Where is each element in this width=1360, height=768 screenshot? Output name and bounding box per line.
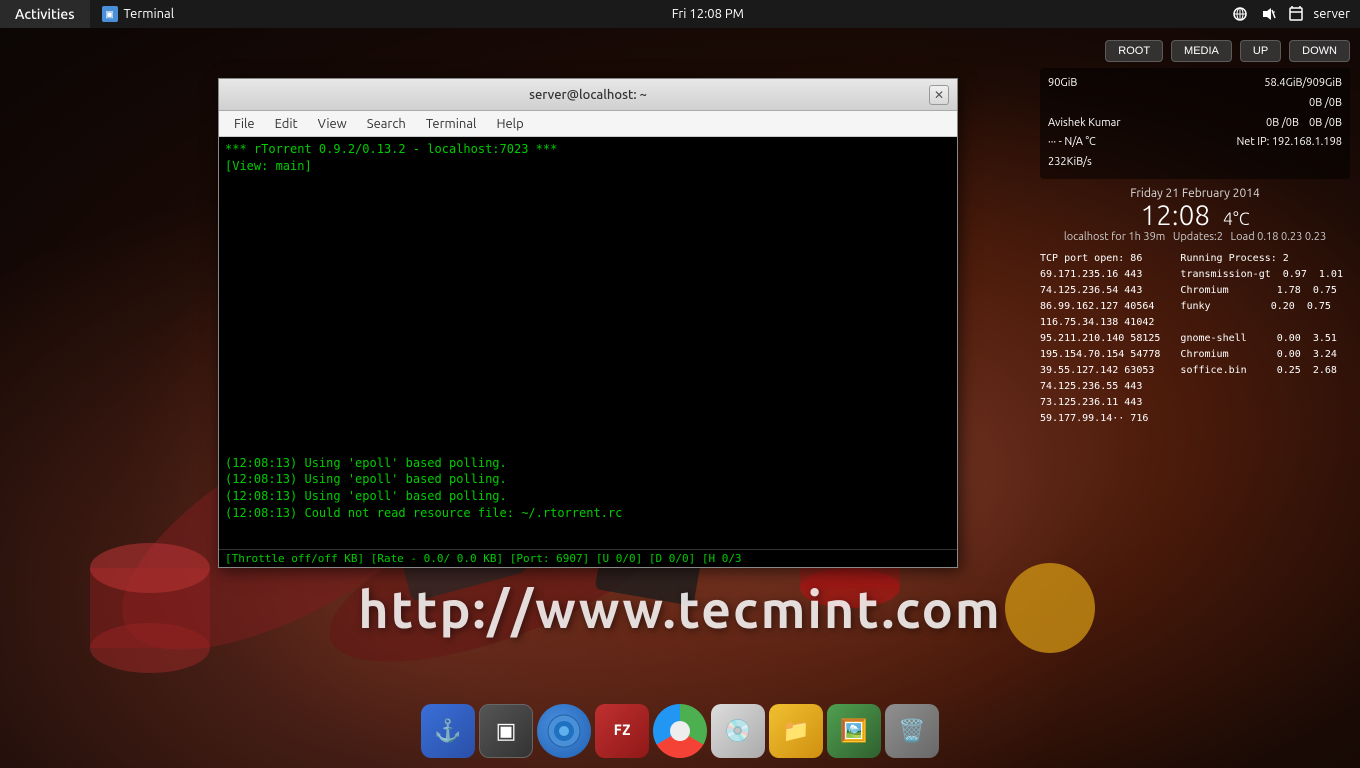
dock-item-browser[interactable] bbox=[537, 704, 591, 758]
dock-item-disks[interactable]: 💿 bbox=[711, 704, 765, 758]
image-icon: 🖼️ bbox=[840, 718, 867, 744]
terminal-menubar: File Edit View Search Terminal Help bbox=[219, 111, 957, 137]
user-label: Avishek Kumar bbox=[1048, 114, 1121, 134]
close-button[interactable]: ✕ bbox=[929, 85, 949, 105]
dock: ⚓ ▣ FZ 💿 📁 🖼️ 🗑️ bbox=[421, 704, 939, 758]
filezilla-icon: FZ bbox=[614, 723, 631, 739]
date-label: Friday 21 February 2014 bbox=[1040, 187, 1350, 200]
globe-icon bbox=[546, 713, 582, 749]
log-line-4: (12:08:13) Could not read resource file:… bbox=[225, 505, 951, 522]
activities-button[interactable]: Activities bbox=[0, 0, 90, 28]
view-label: [View: main] bbox=[225, 158, 951, 175]
storage-io: 0B /0B bbox=[1309, 94, 1342, 114]
dock-item-anchor[interactable]: ⚓ bbox=[421, 704, 475, 758]
storage-detail: 58.4GiB/909GiB bbox=[1264, 74, 1342, 94]
log-line-1: (12:08:13) Using 'epoll' based polling. bbox=[225, 455, 951, 472]
disks-icon: 💿 bbox=[724, 718, 751, 744]
log-line-2: (12:08:13) Using 'epoll' based polling. bbox=[225, 471, 951, 488]
storage-label: 90GiB bbox=[1048, 74, 1077, 94]
anchor-icon: ⚓ bbox=[434, 718, 461, 744]
empty-space bbox=[225, 175, 951, 455]
media-button[interactable]: MEDIA bbox=[1171, 40, 1232, 62]
net-io-1: 0B /0B 0B /0B bbox=[1266, 114, 1342, 134]
uptime-label: localhost for 1h 39m Updates:2 Load 0.18… bbox=[1040, 231, 1350, 243]
menu-terminal[interactable]: Terminal bbox=[416, 111, 487, 136]
time-display: 12:08 4°C bbox=[1040, 200, 1350, 231]
watermark-url: http://www.tecmint.com bbox=[358, 580, 1002, 638]
menu-search[interactable]: Search bbox=[357, 111, 416, 136]
log-line-3: (12:08:13) Using 'epoll' based polling. bbox=[225, 488, 951, 505]
panel-action-buttons: ROOT MEDIA UP DOWN bbox=[1040, 40, 1350, 62]
dock-item-chromium[interactable] bbox=[653, 704, 707, 758]
dock-item-files[interactable]: 📁 bbox=[769, 704, 823, 758]
volume-icon[interactable] bbox=[1258, 4, 1278, 24]
root-button[interactable]: ROOT bbox=[1105, 40, 1163, 62]
chromium-center bbox=[670, 721, 690, 741]
temp-label: ··· - N/A °C bbox=[1048, 133, 1096, 153]
terminal-dock-icon: ▣ bbox=[496, 718, 517, 744]
user-icon[interactable] bbox=[1286, 4, 1306, 24]
topbar-right-area: server bbox=[1230, 4, 1360, 24]
date-time-panel: Friday 21 February 2014 12:08 4°C localh… bbox=[1040, 187, 1350, 243]
right-panel: ROOT MEDIA UP DOWN 90GiB 58.4GiB/909GiB … bbox=[1040, 40, 1350, 427]
net-ip: Net IP: 192.168.1.198 bbox=[1236, 133, 1342, 153]
terminal-content[interactable]: *** rTorrent 0.9.2/0.13.2 - localhost:70… bbox=[219, 137, 957, 549]
trash-icon: 🗑️ bbox=[898, 718, 925, 744]
menu-file[interactable]: File bbox=[224, 111, 265, 136]
speed-label: 232KiB/s bbox=[1048, 153, 1092, 173]
folder-icon: 📁 bbox=[782, 718, 809, 744]
clock-display: Fri 12:08 PM bbox=[186, 7, 1229, 21]
network-icon[interactable] bbox=[1230, 4, 1250, 24]
app-indicator[interactable]: ▣ Terminal bbox=[90, 0, 187, 28]
rtorrent-header: *** rTorrent 0.9.2/0.13.2 - localhost:70… bbox=[225, 141, 951, 158]
terminal-statusbar: [Throttle off/off KB] [Rate - 0.0/ 0.0 K… bbox=[219, 549, 957, 567]
menu-view[interactable]: View bbox=[308, 111, 357, 136]
down-button[interactable]: DOWN bbox=[1289, 40, 1350, 62]
server-label[interactable]: server bbox=[1314, 7, 1350, 21]
terminal-window: server@localhost: ~ ✕ File Edit View Sea… bbox=[218, 78, 958, 568]
dock-item-viewer[interactable]: 🖼️ bbox=[827, 704, 881, 758]
menu-help[interactable]: Help bbox=[486, 111, 533, 136]
system-stats-panel: 90GiB 58.4GiB/909GiB 0B /0B Avishek Kuma… bbox=[1040, 68, 1350, 179]
terminal-icon: ▣ bbox=[102, 6, 118, 22]
dock-item-filezilla[interactable]: FZ bbox=[595, 704, 649, 758]
dock-item-terminal[interactable]: ▣ bbox=[479, 704, 533, 758]
topbar: Activities ▣ Terminal Fri 12:08 PM bbox=[0, 0, 1360, 28]
terminal-titlebar: server@localhost: ~ ✕ bbox=[219, 79, 957, 111]
network-connections-panel: TCP port open: 86 69.171.235.16 443 74.1… bbox=[1040, 251, 1350, 427]
up-button[interactable]: UP bbox=[1240, 40, 1281, 62]
dock-item-trash[interactable]: 🗑️ bbox=[885, 704, 939, 758]
menu-edit[interactable]: Edit bbox=[265, 111, 308, 136]
terminal-title: server@localhost: ~ bbox=[229, 88, 947, 102]
app-name-label: Terminal bbox=[124, 7, 175, 21]
